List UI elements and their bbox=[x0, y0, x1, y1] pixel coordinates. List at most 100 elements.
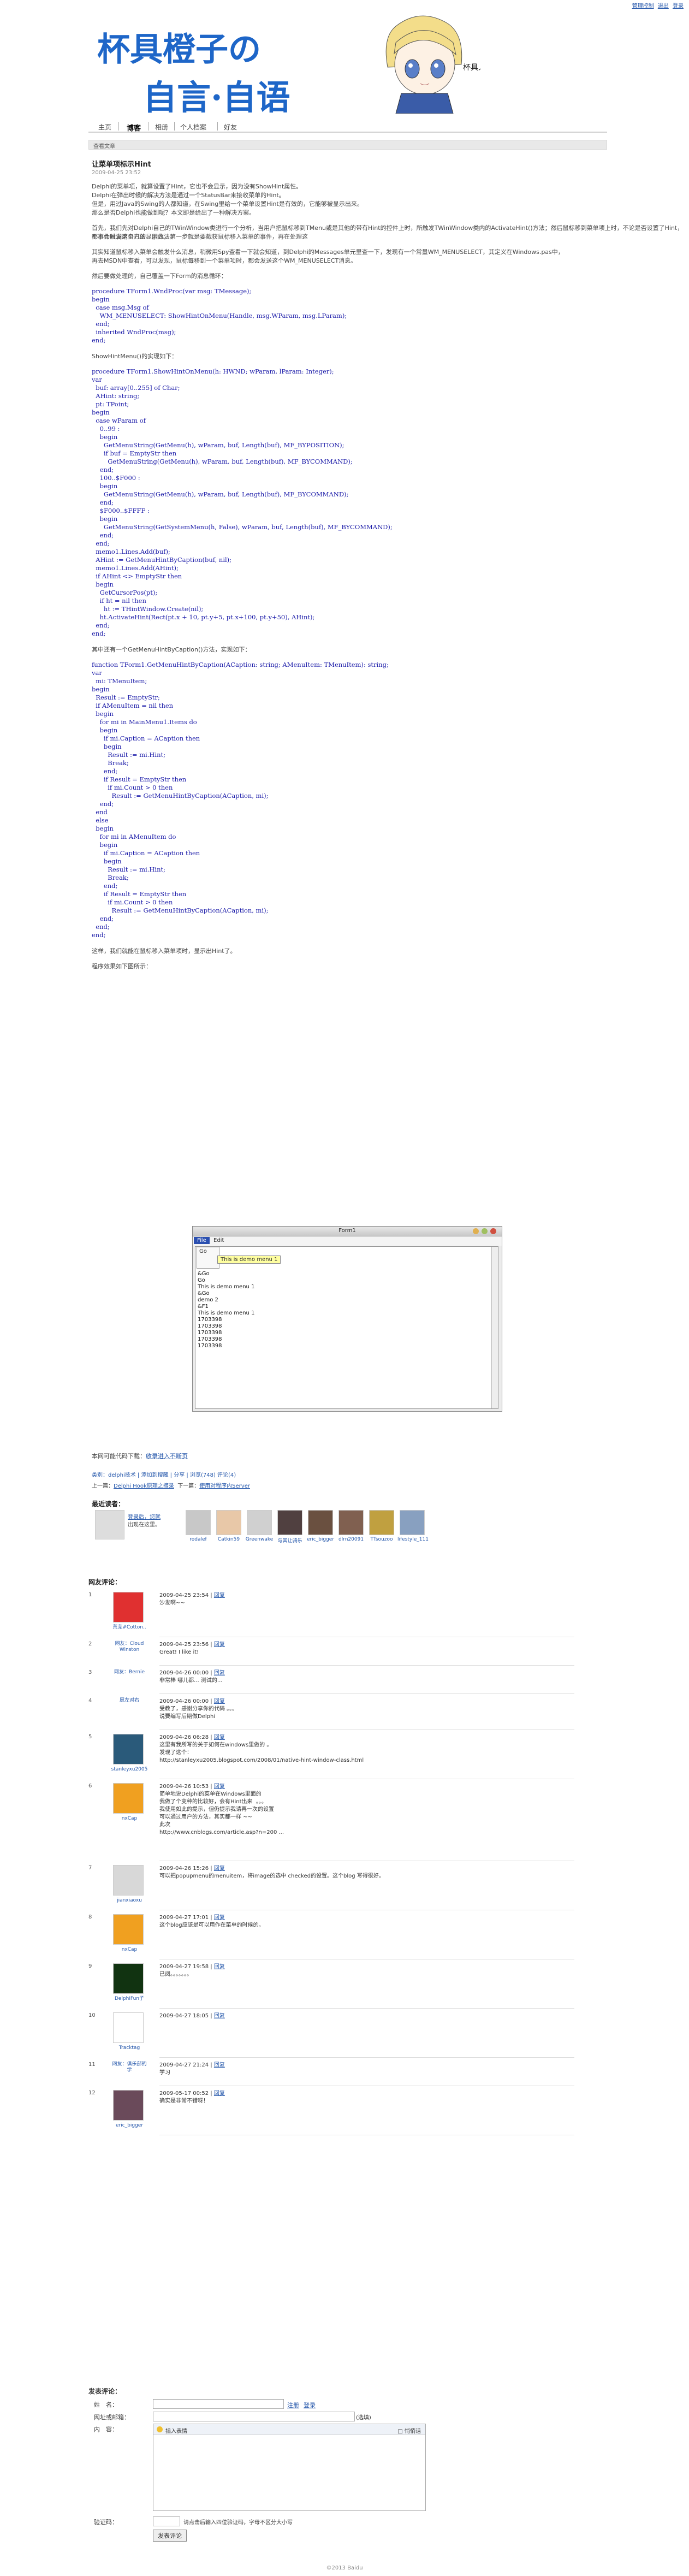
code-line: begin bbox=[92, 841, 118, 849]
scrollbar[interactable] bbox=[491, 1247, 498, 1408]
visitor-avatar[interactable] bbox=[338, 1510, 364, 1535]
visitor-item[interactable]: lifestyle_111 bbox=[397, 1510, 429, 1542]
nav-album[interactable]: 相册 bbox=[155, 122, 168, 132]
visitor-name[interactable]: TTsouzoo bbox=[367, 1537, 396, 1542]
visitor-avatar[interactable] bbox=[308, 1510, 333, 1535]
reply-link[interactable]: 回复 bbox=[214, 1964, 225, 1970]
comment-divider bbox=[159, 2057, 574, 2058]
close-icon[interactable] bbox=[490, 1228, 496, 1234]
visitor-avatar[interactable] bbox=[186, 1510, 211, 1535]
comment-number: 12 bbox=[88, 2090, 96, 2096]
private-checkbox[interactable]: □ 悄悄话 bbox=[397, 2426, 421, 2435]
visitor-item[interactable]: eric_bigger bbox=[306, 1510, 335, 1542]
login-link[interactable]: 登录 bbox=[673, 3, 684, 9]
nav-profile[interactable]: 个人档案 bbox=[180, 122, 206, 132]
nav-friends[interactable]: 好友 bbox=[224, 122, 237, 132]
captcha-input[interactable] bbox=[153, 2516, 180, 2526]
reply-link[interactable]: 回复 bbox=[214, 2091, 225, 2097]
commenter-name[interactable]: eric_bigger bbox=[110, 2123, 149, 2129]
visitor-name[interactable]: lifestyle_111 bbox=[397, 1537, 429, 1542]
visitor-item[interactable]: Catkin59 bbox=[214, 1510, 243, 1542]
register-link[interactable]: 注册 bbox=[287, 2401, 299, 2409]
code-line: function TForm1.GetMenuHintByCaption(ACa… bbox=[92, 661, 389, 668]
commenter-name[interactable]: DelphiFun子 bbox=[110, 1996, 149, 2002]
post-meta: 类别：delphi技术 | 添加到搜藏 | 分享 | 浏览(748) 评论(4) bbox=[92, 1472, 236, 1478]
minimize-icon[interactable] bbox=[473, 1228, 479, 1234]
commenter-avatar[interactable] bbox=[113, 2090, 144, 2121]
code-line: begin bbox=[92, 408, 110, 416]
code-line: pt: TPoint; bbox=[92, 400, 129, 408]
memo-box[interactable]: Go This is demo menu 1 &Go Go This is demo… bbox=[195, 1246, 498, 1409]
visitor-name[interactable]: Greenwake bbox=[245, 1537, 274, 1542]
code-line: if buf = EmptyStr then bbox=[92, 449, 177, 457]
name-input[interactable] bbox=[153, 2399, 284, 2409]
reply-link[interactable]: 回复 bbox=[214, 1784, 225, 1790]
share-link[interactable]: 收录进入不断页 bbox=[146, 1453, 188, 1460]
commenter-name[interactable]: Tracktag bbox=[110, 2045, 149, 2051]
reply-link[interactable]: 回复 bbox=[214, 2013, 225, 2019]
visitor-item[interactable]: dlrn20091 bbox=[336, 1510, 366, 1542]
submit-button[interactable]: 发表评论 bbox=[153, 2530, 187, 2542]
reply-link[interactable]: 回复 bbox=[214, 1915, 225, 1921]
next-post-link[interactable]: 使用对程序内Server bbox=[199, 1483, 250, 1489]
commenter-avatar[interactable] bbox=[113, 1865, 144, 1896]
visitor-name[interactable]: rodalef bbox=[183, 1537, 213, 1542]
visitor-avatar[interactable] bbox=[247, 1510, 272, 1535]
nav-bar: 主页 博客 相册 个人档案 好友 bbox=[88, 121, 607, 133]
comment-header: 2009-05-17 00:52 | 回复 bbox=[159, 2090, 225, 2098]
comment-header: 2009-04-26 00:00 | 回复 bbox=[159, 1669, 225, 1677]
visitor-item[interactable]: rodalef bbox=[183, 1510, 213, 1542]
maximize-icon[interactable] bbox=[482, 1228, 488, 1234]
commenter-name[interactable]: nxCap bbox=[110, 1947, 149, 1953]
visitor-item[interactable]: TTsouzoo bbox=[367, 1510, 396, 1542]
commenter-name[interactable]: 网友：俱乐部的学 bbox=[110, 2062, 149, 2074]
visitor-name[interactable]: 与其让骑乐 bbox=[275, 1537, 305, 1544]
visitor-avatar[interactable] bbox=[277, 1510, 302, 1535]
reply-link[interactable]: 回复 bbox=[214, 1642, 225, 1648]
commenter-name[interactable]: stanleyxu2005 bbox=[110, 1767, 149, 1773]
comment-text: 非常棒 哪儿都... 测试的... bbox=[159, 1678, 223, 1684]
commenter-avatar[interactable] bbox=[113, 1592, 144, 1622]
visitor-item[interactable]: Greenwake bbox=[245, 1510, 274, 1542]
visitor-name[interactable]: eric_bigger bbox=[306, 1537, 335, 1542]
login-link2[interactable]: 登录 bbox=[304, 2401, 316, 2409]
comment-number: 10 bbox=[88, 2012, 96, 2018]
commenter-avatar[interactable] bbox=[113, 1783, 144, 1814]
reply-link[interactable]: 回复 bbox=[214, 1698, 225, 1704]
content-editor[interactable]: 插入表情 □ 悄悄话 bbox=[153, 2424, 426, 2511]
commenter-name[interactable]: jianxiaoxu bbox=[110, 1898, 149, 1904]
commenter-name[interactable]: 网友：Bernie bbox=[110, 1669, 149, 1675]
commenter-name[interactable]: 网友：Cloud Winston bbox=[110, 1641, 149, 1653]
reply-link[interactable]: 回复 bbox=[214, 1592, 225, 1598]
reply-link[interactable]: 回复 bbox=[214, 1670, 225, 1676]
comment-date: 2009-04-26 00:00 | bbox=[159, 1698, 214, 1704]
memo-line: &Go bbox=[198, 1290, 210, 1296]
prev-post-link[interactable]: Delphi Hook原理之摘录 bbox=[114, 1483, 174, 1489]
analysis-paragraph: 个事件时调用自己的显示方法。 bbox=[92, 233, 176, 240]
reply-link[interactable]: 回复 bbox=[214, 1734, 225, 1740]
emoji-icon[interactable] bbox=[157, 2426, 163, 2432]
memo-line: This is demo menu 1 bbox=[198, 1310, 255, 1316]
reply-link[interactable]: 回复 bbox=[214, 2062, 225, 2068]
visitor-item[interactable]: 与其让骑乐 bbox=[275, 1510, 305, 1544]
url-input[interactable] bbox=[153, 2412, 355, 2421]
commenter-avatar[interactable] bbox=[113, 1914, 144, 1945]
nav-blog[interactable]: 博客 bbox=[127, 122, 141, 133]
commenter-name[interactable]: 荒芜#Cotton.. bbox=[110, 1625, 149, 1631]
footer: ©2013 Baidu bbox=[326, 2565, 363, 2571]
admin-link[interactable]: 管理控制 bbox=[632, 3, 654, 9]
commenter-name[interactable]: nxCap bbox=[110, 1816, 149, 1822]
commenter-avatar[interactable] bbox=[113, 2012, 144, 2043]
visitor-name[interactable]: dlrn20091 bbox=[336, 1537, 366, 1542]
code-line: ht.ActivateHint(Rect(pt.x + 10, pt.y+5, … bbox=[92, 613, 315, 621]
commenter-avatar[interactable] bbox=[113, 1963, 144, 1994]
visitor-avatar[interactable] bbox=[369, 1510, 394, 1535]
visitor-avatar[interactable] bbox=[400, 1510, 425, 1535]
logout-link[interactable]: 退出 bbox=[658, 3, 669, 9]
commenter-avatar[interactable] bbox=[113, 1734, 144, 1764]
visitor-avatar[interactable] bbox=[216, 1510, 241, 1535]
reply-link[interactable]: 回复 bbox=[214, 1866, 225, 1872]
visitor-name[interactable]: Catkin59 bbox=[214, 1537, 243, 1542]
commenter-name[interactable]: 愿左对右 bbox=[110, 1698, 149, 1704]
nav-home[interactable]: 主页 bbox=[98, 122, 111, 132]
